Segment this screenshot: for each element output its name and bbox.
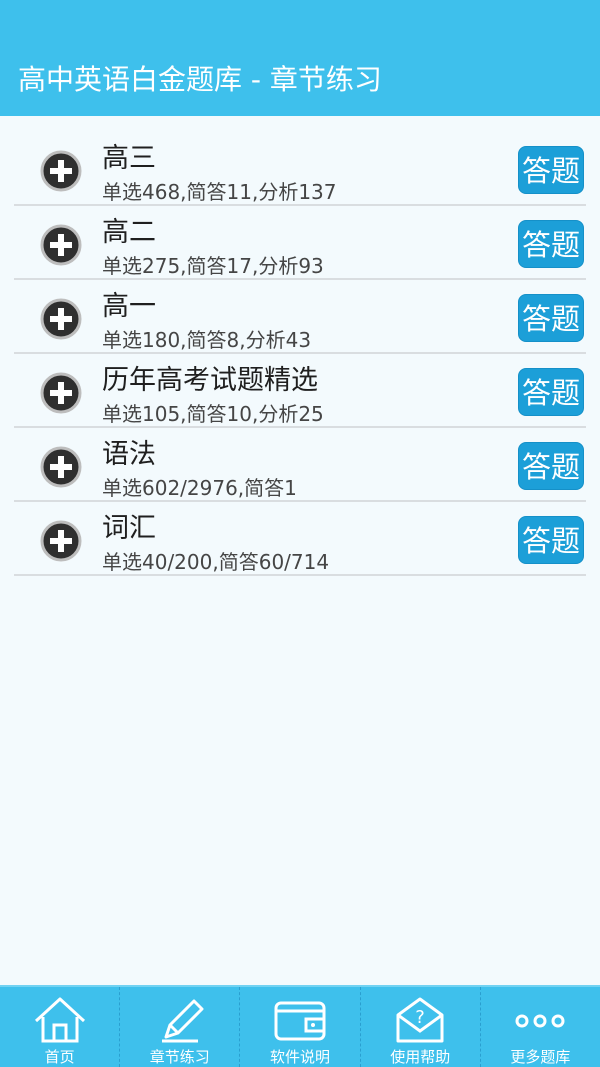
chapter-stats: 单选602/2976,简答1	[102, 476, 297, 500]
svg-text:?: ?	[415, 1007, 425, 1028]
chapter-row[interactable]: 词汇 单选40/200,简答60/714 答题	[14, 502, 586, 576]
tab-more-banks[interactable]: 更多题库	[481, 987, 600, 1067]
tab-label: 更多题库	[510, 1048, 571, 1066]
chapter-name: 高三	[102, 143, 156, 174]
chapter-name: 高一	[102, 291, 156, 322]
expand-plus-icon[interactable]	[40, 298, 82, 340]
tab-label: 章节练习	[149, 1048, 210, 1066]
chapter-row[interactable]: 语法 单选602/2976,简答1 答题	[14, 428, 586, 502]
bottom-tab-bar: 首页 章节练习 软件说明 ? 使用帮助 更多题库	[0, 985, 600, 1067]
chapter-name: 语法	[102, 439, 156, 470]
answer-button[interactable]: 答题	[518, 146, 584, 194]
answer-button[interactable]: 答题	[518, 220, 584, 268]
chapter-stats: 单选180,简答8,分析43	[102, 328, 312, 352]
tab-software-info[interactable]: 软件说明	[240, 987, 361, 1067]
chapter-stats: 单选40/200,简答60/714	[102, 550, 330, 574]
pencil-icon	[161, 999, 204, 1043]
chapter-name: 历年高考试题精选	[102, 365, 318, 396]
tab-chapter-practice[interactable]: 章节练习	[120, 987, 241, 1067]
more-dots-icon	[515, 1014, 565, 1028]
tab-label: 使用帮助	[390, 1048, 451, 1066]
wallet-icon	[274, 1001, 326, 1041]
tab-home[interactable]: 首页	[0, 987, 121, 1067]
chapter-name: 高二	[102, 217, 156, 248]
chapter-row[interactable]: 高三 单选468,简答11,分析137 答题	[14, 132, 586, 206]
chapter-row[interactable]: 高二 单选275,简答17,分析93 答题	[14, 206, 586, 280]
chapter-stats: 单选468,简答11,分析137	[102, 180, 337, 204]
expand-plus-icon[interactable]	[40, 372, 82, 414]
answer-button[interactable]: 答题	[518, 294, 584, 342]
answer-button[interactable]: 答题	[518, 368, 584, 416]
answer-button[interactable]: 答题	[518, 516, 584, 564]
answer-button[interactable]: 答题	[518, 442, 584, 490]
expand-plus-icon[interactable]	[40, 224, 82, 266]
tab-label: 首页	[44, 1048, 75, 1066]
chapter-row[interactable]: 高一 单选180,简答8,分析43 答题	[14, 280, 586, 354]
help-envelope-icon: ?	[396, 997, 444, 1043]
chapter-list: 高三 单选468,简答11,分析137 答题 高二 单选275,简答17,分析9…	[0, 132, 600, 576]
app-header: 高中英语白金题库 - 章节练习	[0, 0, 600, 116]
tab-label: 软件说明	[270, 1048, 331, 1066]
chapter-stats: 单选275,简答17,分析93	[102, 254, 324, 278]
expand-plus-icon[interactable]	[40, 150, 82, 192]
expand-plus-icon[interactable]	[40, 520, 82, 562]
tab-help[interactable]: ? 使用帮助	[361, 987, 481, 1067]
chapter-name: 词汇	[102, 513, 156, 544]
expand-plus-icon[interactable]	[40, 446, 82, 488]
chapter-row[interactable]: 历年高考试题精选 单选105,简答10,分析25 答题	[14, 354, 586, 428]
chapter-stats: 单选105,简答10,分析25	[102, 402, 324, 426]
home-icon	[34, 997, 85, 1043]
page-title: 高中英语白金题库 - 章节练习	[18, 63, 382, 96]
